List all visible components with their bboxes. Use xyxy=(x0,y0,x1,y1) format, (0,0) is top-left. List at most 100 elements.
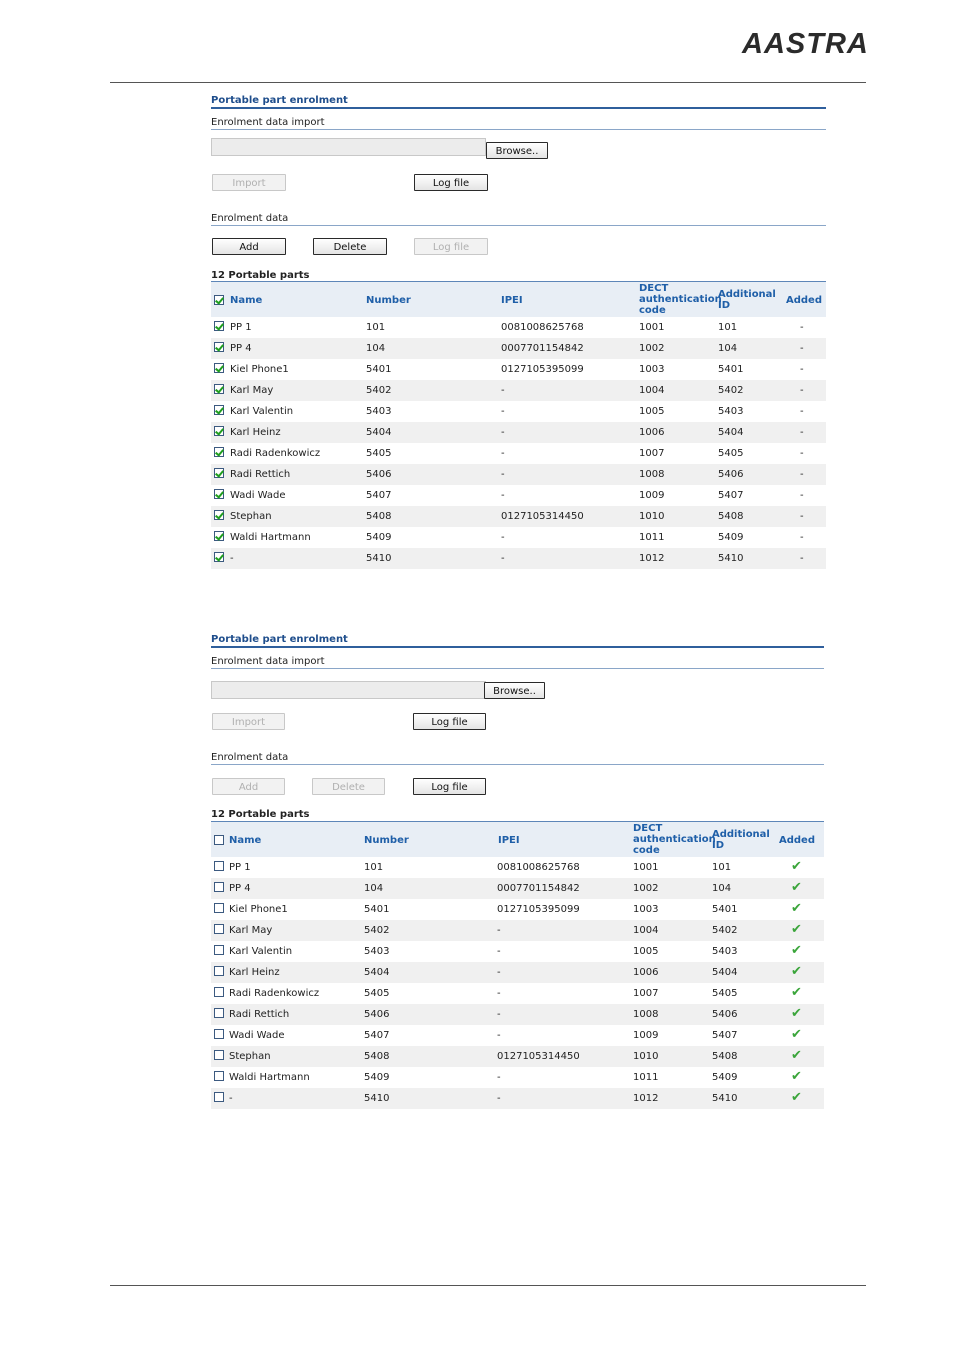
row-checkbox[interactable] xyxy=(214,903,224,913)
table-row[interactable]: Wadi Wade 5407 - 1009 5407 ✔ xyxy=(211,1025,824,1046)
header-added[interactable]: Added xyxy=(779,835,815,846)
file-path-input[interactable] xyxy=(211,681,486,699)
header-dect-code[interactable]: DECT authentication code xyxy=(639,283,722,316)
row-checkbox[interactable] xyxy=(214,966,224,976)
cell-ipei: 0127105395099 xyxy=(497,904,580,915)
table-row[interactable]: Radi Radenkowicz 5405 - 1007 5405 ✔ xyxy=(211,983,824,1004)
cell-name: PP 1 xyxy=(230,322,252,333)
table-row[interactable]: Karl May 5402 - 1004 5402 ✔ xyxy=(211,920,824,941)
cell-number: 101 xyxy=(364,862,384,873)
header-added[interactable]: Added xyxy=(786,295,822,306)
import-button[interactable]: Import xyxy=(212,713,285,730)
row-checkbox[interactable] xyxy=(214,447,224,457)
select-all-checkbox[interactable] xyxy=(214,835,224,845)
import-log-file-button[interactable]: Log file xyxy=(413,713,486,730)
browse-button[interactable]: Browse.. xyxy=(486,142,548,159)
header-dect-line3: code xyxy=(639,305,666,316)
enrolment-log-file-button[interactable]: Log file xyxy=(413,778,486,795)
cell-ipei: - xyxy=(501,427,505,438)
table-row[interactable]: PP 1 101 0081008625768 1001 101 ✔ xyxy=(211,857,824,878)
header-additional-line2: ID xyxy=(712,840,725,851)
browse-button[interactable]: Browse.. xyxy=(484,682,545,699)
row-checkbox[interactable] xyxy=(214,405,224,415)
table-row[interactable]: Stephan 5408 0127105314450 1010 5408 ✔ xyxy=(211,1046,824,1067)
cell-additional-id: 5404 xyxy=(712,967,738,978)
table-row[interactable]: PP 1 101 0081008625768 1001 101 - xyxy=(211,317,826,338)
table-row[interactable]: PP 4 104 0007701154842 1002 104 - xyxy=(211,338,826,359)
table-row[interactable]: Karl May 5402 - 1004 5402 - xyxy=(211,380,826,401)
delete-button[interactable]: Delete xyxy=(312,778,385,795)
cell-additional-id: 5410 xyxy=(712,1093,738,1104)
delete-button[interactable]: Delete xyxy=(313,238,387,255)
row-checkbox[interactable] xyxy=(214,510,224,520)
cell-added: - xyxy=(800,553,804,564)
row-checkbox[interactable] xyxy=(214,363,224,373)
header-ipei[interactable]: IPEI xyxy=(498,835,520,846)
added-check-icon: ✔ xyxy=(791,1069,802,1084)
row-checkbox[interactable] xyxy=(214,552,224,562)
table-row[interactable]: PP 4 104 0007701154842 1002 104 ✔ xyxy=(211,878,824,899)
cell-added: - xyxy=(800,343,804,354)
table-row[interactable]: Radi Rettich 5406 - 1008 5406 ✔ xyxy=(211,1004,824,1025)
header-number[interactable]: Number xyxy=(366,295,411,306)
table-row[interactable]: Radi Radenkowicz 5405 - 1007 5405 - xyxy=(211,443,826,464)
cell-name: Radi Radenkowicz xyxy=(229,988,320,999)
row-checkbox[interactable] xyxy=(214,426,224,436)
cell-name: Kiel Phone1 xyxy=(230,364,289,375)
row-checkbox[interactable] xyxy=(214,945,224,955)
cell-additional-id: 5403 xyxy=(712,946,738,957)
table-row[interactable]: Wadi Wade 5407 - 1009 5407 - xyxy=(211,485,826,506)
header-number[interactable]: Number xyxy=(364,835,409,846)
header-name[interactable]: Name xyxy=(230,295,262,306)
row-checkbox[interactable] xyxy=(214,1071,224,1081)
header-dect-code[interactable]: DECT authentication code xyxy=(633,823,716,856)
cell-name: Karl May xyxy=(229,925,273,936)
row-checkbox[interactable] xyxy=(214,342,224,352)
cell-number: 5406 xyxy=(366,469,392,480)
header-name[interactable]: Name xyxy=(229,835,261,846)
cell-name: Radi Radenkowicz xyxy=(230,448,321,459)
table-row[interactable]: Karl Valentin 5403 - 1005 5403 - xyxy=(211,401,826,422)
cell-additional-id: 5407 xyxy=(718,490,744,501)
row-checkbox[interactable] xyxy=(214,1029,224,1039)
table-row[interactable]: Waldi Hartmann 5409 - 1011 5409 - xyxy=(211,527,826,548)
table-row[interactable]: Karl Valentin 5403 - 1005 5403 ✔ xyxy=(211,941,824,962)
row-checkbox[interactable] xyxy=(214,987,224,997)
row-checkbox[interactable] xyxy=(214,468,224,478)
header-dect-line3: code xyxy=(633,845,660,856)
import-log-file-button[interactable]: Log file xyxy=(414,174,488,191)
cell-additional-id: 5403 xyxy=(718,406,744,417)
row-checkbox[interactable] xyxy=(214,531,224,541)
table-row[interactable]: Stephan 5408 0127105314450 1010 5408 - xyxy=(211,506,826,527)
table-row[interactable]: Radi Rettich 5406 - 1008 5406 - xyxy=(211,464,826,485)
cell-number: 5401 xyxy=(364,904,390,915)
file-path-input[interactable] xyxy=(211,138,486,156)
header-dect-line1: DECT xyxy=(633,823,663,834)
table-row[interactable]: Kiel Phone1 5401 0127105395099 1003 5401 - xyxy=(211,359,826,380)
table-row[interactable]: Waldi Hartmann 5409 - 1011 5409 ✔ xyxy=(211,1067,824,1088)
table-row[interactable]: Karl Heinz 5404 - 1006 5404 ✔ xyxy=(211,962,824,983)
row-checkbox[interactable] xyxy=(214,321,224,331)
table-row[interactable]: - 5410 - 1012 5410 ✔ xyxy=(211,1088,824,1109)
row-checkbox[interactable] xyxy=(214,384,224,394)
row-checkbox[interactable] xyxy=(214,1092,224,1102)
row-checkbox[interactable] xyxy=(214,1008,224,1018)
cell-name: PP 4 xyxy=(229,883,251,894)
row-checkbox[interactable] xyxy=(214,489,224,499)
row-checkbox[interactable] xyxy=(214,882,224,892)
enrolment-log-file-button[interactable]: Log file xyxy=(414,238,488,255)
cell-dect-code: 1011 xyxy=(633,1072,659,1083)
header-additional-id[interactable]: Additional ID xyxy=(712,829,770,851)
table-row[interactable]: Karl Heinz 5404 - 1006 5404 - xyxy=(211,422,826,443)
row-checkbox[interactable] xyxy=(214,924,224,934)
table-row[interactable]: Kiel Phone1 5401 0127105395099 1003 5401 ✔ xyxy=(211,899,824,920)
row-checkbox[interactable] xyxy=(214,1050,224,1060)
add-button[interactable]: Add xyxy=(212,778,285,795)
select-all-checkbox[interactable] xyxy=(214,295,224,305)
header-additional-id[interactable]: Additional ID xyxy=(718,289,776,311)
row-checkbox[interactable] xyxy=(214,861,224,871)
table-row[interactable]: - 5410 - 1012 5410 - xyxy=(211,548,826,569)
header-ipei[interactable]: IPEI xyxy=(501,295,523,306)
add-button[interactable]: Add xyxy=(212,238,286,255)
import-button[interactable]: Import xyxy=(212,174,286,191)
